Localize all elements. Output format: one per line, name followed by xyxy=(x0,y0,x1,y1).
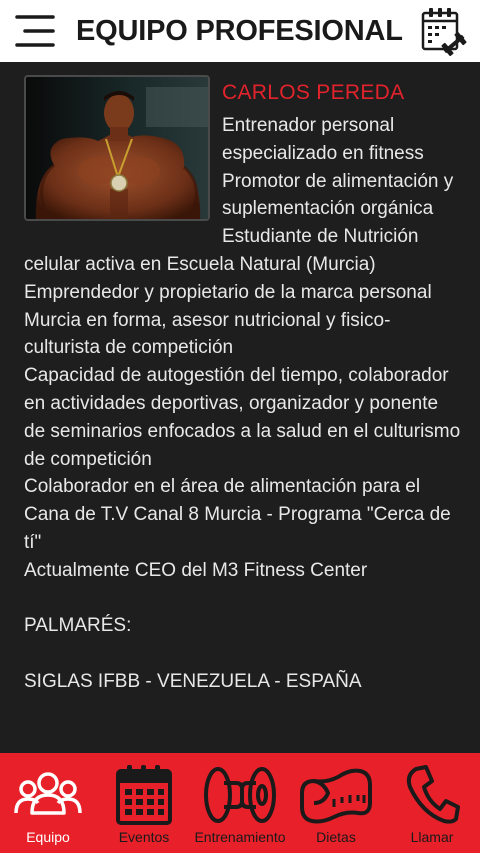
bio-line: Actualmente CEO del M3 Fitness Center xyxy=(24,559,368,581)
bio-line: Estudiante de Nutrición celular activa e… xyxy=(24,226,419,275)
team-icon xyxy=(14,772,82,815)
calendar-dumbbell-icon xyxy=(421,8,467,57)
profile-photo xyxy=(24,75,210,221)
bio-line: Capacidad de autogestión del tiempo, col… xyxy=(24,365,461,470)
menu-button[interactable] xyxy=(0,0,70,62)
hamburger-menu-icon xyxy=(15,15,55,47)
bio-line: Emprendedor y propietario de la marca pe… xyxy=(24,281,432,359)
nav-item-eventos[interactable]: Eventos xyxy=(96,753,192,853)
nav-label: Entrenamiento xyxy=(194,829,286,845)
nav-item-equipo[interactable]: Equipo xyxy=(0,753,96,853)
nav-label: Equipo xyxy=(26,829,70,845)
nav-item-llamar[interactable]: Llamar xyxy=(384,753,480,853)
profile-content[interactable]: CARLOS PEREDA Entrenador personal especi… xyxy=(0,62,480,753)
nav-item-dietas[interactable]: Dietas xyxy=(288,753,384,853)
nav-item-entrenamiento[interactable]: Entrenamiento xyxy=(192,753,288,853)
bio-line: Colaborador en el área de alimentación p… xyxy=(24,476,451,553)
bio-spacer xyxy=(24,585,464,613)
page-title: EQUIPO PROFESIONAL xyxy=(76,14,403,47)
app-header: EQUIPO PROFESIONAL xyxy=(0,0,480,62)
nav-label: Llamar xyxy=(410,829,454,845)
nav-label: Eventos xyxy=(118,829,170,845)
calendar-icon xyxy=(116,765,172,825)
phone-icon xyxy=(406,765,460,824)
bottom-nav: Equipo Eventos Entrenamiento Dietas Llam… xyxy=(0,753,480,853)
weight-plates-icon xyxy=(204,767,276,823)
measuring-tape-icon xyxy=(300,768,372,824)
bio-spacer xyxy=(24,640,464,668)
nav-label: Dietas xyxy=(316,829,356,845)
bio-line: SIGLAS IFBB - VENEZUELA - ESPAÑA xyxy=(24,670,362,692)
palmares-heading: PALMARÉS: xyxy=(24,615,132,637)
schedule-button[interactable] xyxy=(420,6,468,57)
